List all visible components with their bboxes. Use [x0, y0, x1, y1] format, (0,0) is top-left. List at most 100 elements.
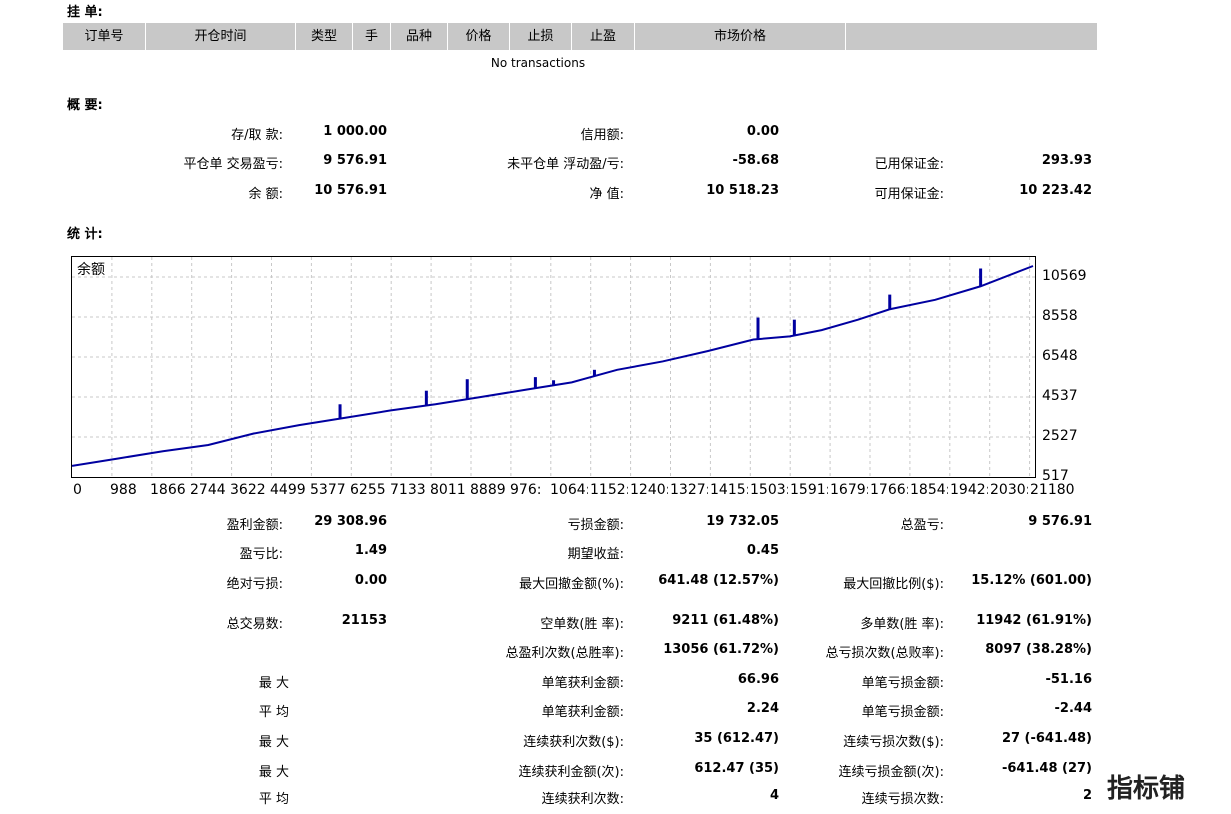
x-tick-label: 8011: [430, 482, 466, 498]
summary-label: 已用保证金:: [874, 157, 944, 172]
stats-label: 总盈利次数(总胜率):: [505, 646, 624, 661]
summary-value: -58.68: [732, 153, 779, 168]
col-type[interactable]: 类型: [296, 23, 353, 50]
x-tick-label: 1327:: [670, 482, 708, 498]
summary-value: 10 576.91: [314, 183, 387, 198]
stats-label: 多单数(胜 率):: [860, 617, 944, 632]
stats-label: 单笔亏损金额:: [861, 705, 944, 720]
stats-label: 最 大: [258, 765, 289, 780]
x-tick-label: 988: [110, 482, 137, 498]
stats-label: 平 均: [258, 705, 289, 720]
stats-label: 空单数(胜 率):: [540, 617, 624, 632]
x-tick-label: 1866: [150, 482, 186, 498]
y-tick-label: 4537: [1042, 388, 1078, 404]
stats-label: 连续亏损金额(次):: [838, 765, 944, 780]
x-tick-label: 1766:: [870, 482, 908, 498]
balance-chart: 余额: [71, 256, 1036, 478]
stats-value: -2.44: [1054, 701, 1092, 716]
stats-value: 2.24: [746, 701, 779, 716]
stats-value: 0.00: [354, 573, 387, 588]
stats-value: 4: [769, 788, 779, 803]
stats-label: 平 均: [258, 792, 289, 807]
x-tick-label: 1064:: [550, 482, 588, 498]
y-tick-label: 10569: [1042, 268, 1087, 284]
stats-label: 总交易数:: [226, 617, 283, 632]
summary-label: 净 值:: [589, 187, 624, 202]
summary-label: 信用额:: [580, 128, 624, 143]
summary-value: 293.93: [1041, 153, 1092, 168]
balance-chart-plot: [72, 257, 1035, 477]
stats-label: 盈亏比:: [239, 547, 283, 562]
stats-value: -641.48 (27): [1001, 761, 1092, 776]
summary-value: 1 000.00: [323, 124, 387, 139]
stats-label: 最大回撤比例($):: [843, 577, 944, 592]
col-open-time[interactable]: 开仓时间: [146, 23, 296, 50]
pending-title: 挂 单:: [67, 5, 103, 20]
x-tick-label: 4499: [270, 482, 306, 498]
stats-value: 11942 (61.91%): [976, 613, 1092, 628]
col-sl[interactable]: 止损: [510, 23, 572, 50]
x-tick-label: 5377: [310, 482, 346, 498]
stats-label: 盈利金额:: [226, 518, 283, 533]
x-tick-label: 7133: [390, 482, 426, 498]
stats-value: 35 (612.47): [694, 731, 779, 746]
summary-label: 存/取 款:: [231, 128, 283, 143]
stats-value: 641.48 (12.57%): [658, 573, 779, 588]
stats-title: 统 计:: [67, 227, 103, 242]
stats-value: 8097 (38.28%): [985, 642, 1092, 657]
summary-title: 概 要:: [67, 98, 103, 113]
stats-value: 66.96: [737, 672, 779, 687]
summary-label: 可用保证金:: [874, 187, 944, 202]
summary-label: 未平仓单 浮动盈/亏:: [507, 157, 624, 172]
summary-value: 10 518.23: [706, 183, 779, 198]
stats-value: 2: [1082, 788, 1092, 803]
stats-value: 21153: [341, 613, 387, 628]
stats-value: 9211 (61.48%): [672, 613, 779, 628]
summary-label: 平仓单 交易盈亏:: [183, 157, 283, 172]
x-tick-label: 8889: [470, 482, 506, 498]
stats-label: 单笔获利金额:: [541, 676, 624, 691]
stats-label: 总亏损次数(总败率):: [825, 646, 944, 661]
y-tick-label: 8558: [1042, 308, 1078, 324]
x-tick-label: 1942:: [950, 482, 988, 498]
x-tick-label: 1152:: [590, 482, 628, 498]
x-tick-label: 1240:: [630, 482, 668, 498]
stats-label: 连续获利次数:: [541, 792, 624, 807]
stats-label: 连续获利次数($):: [523, 735, 624, 750]
stats-value: 13056 (61.72%): [663, 642, 779, 657]
col-lots[interactable]: 手: [353, 23, 391, 50]
pending-table-header: 订单号 开仓时间 类型 手 品种 价格 止损 止盈 市场价格: [63, 23, 1097, 50]
stats-label: 绝对亏损:: [226, 577, 283, 592]
col-symbol[interactable]: 品种: [391, 23, 448, 50]
stats-label: 连续亏损次数:: [861, 792, 944, 807]
no-transactions-text: No transactions: [490, 56, 586, 70]
col-tp[interactable]: 止盈: [572, 23, 635, 50]
stats-label: 亏损金额:: [567, 518, 624, 533]
stats-label: 期望收益:: [567, 547, 624, 562]
stats-value: 612.47 (35): [694, 761, 779, 776]
summary-value: 0.00: [746, 124, 779, 139]
stats-value: 19 732.05: [706, 514, 779, 529]
stats-label: 最大回撤金额(%):: [519, 577, 624, 592]
x-tick-label: 976:: [510, 482, 542, 498]
stats-label: 连续亏损次数($):: [843, 735, 944, 750]
x-tick-label: 3622: [230, 482, 266, 498]
stats-value: 9 576.91: [1028, 514, 1092, 529]
stats-value: 0.45: [746, 543, 779, 558]
x-tick-label: 2030:: [990, 482, 1028, 498]
x-tick-label: 0: [73, 482, 82, 498]
stats-label: 单笔亏损金额:: [861, 676, 944, 691]
x-tick-label: 6255: [350, 482, 386, 498]
col-price[interactable]: 价格: [448, 23, 510, 50]
stats-label: 最 大: [258, 676, 289, 691]
col-market-price[interactable]: 市场价格: [635, 23, 846, 50]
col-extra: [846, 23, 1097, 50]
stats-value: 15.12% (601.00): [971, 573, 1092, 588]
y-tick-label: 6548: [1042, 348, 1078, 364]
summary-value: 9 576.91: [323, 153, 387, 168]
stats-label: 连续获利金额(次):: [518, 765, 624, 780]
x-tick-label: 1679:: [830, 482, 868, 498]
stats-label: 单笔获利金额:: [541, 705, 624, 720]
stats-label: 总盈亏:: [900, 518, 944, 533]
col-ticket[interactable]: 订单号: [63, 23, 146, 50]
